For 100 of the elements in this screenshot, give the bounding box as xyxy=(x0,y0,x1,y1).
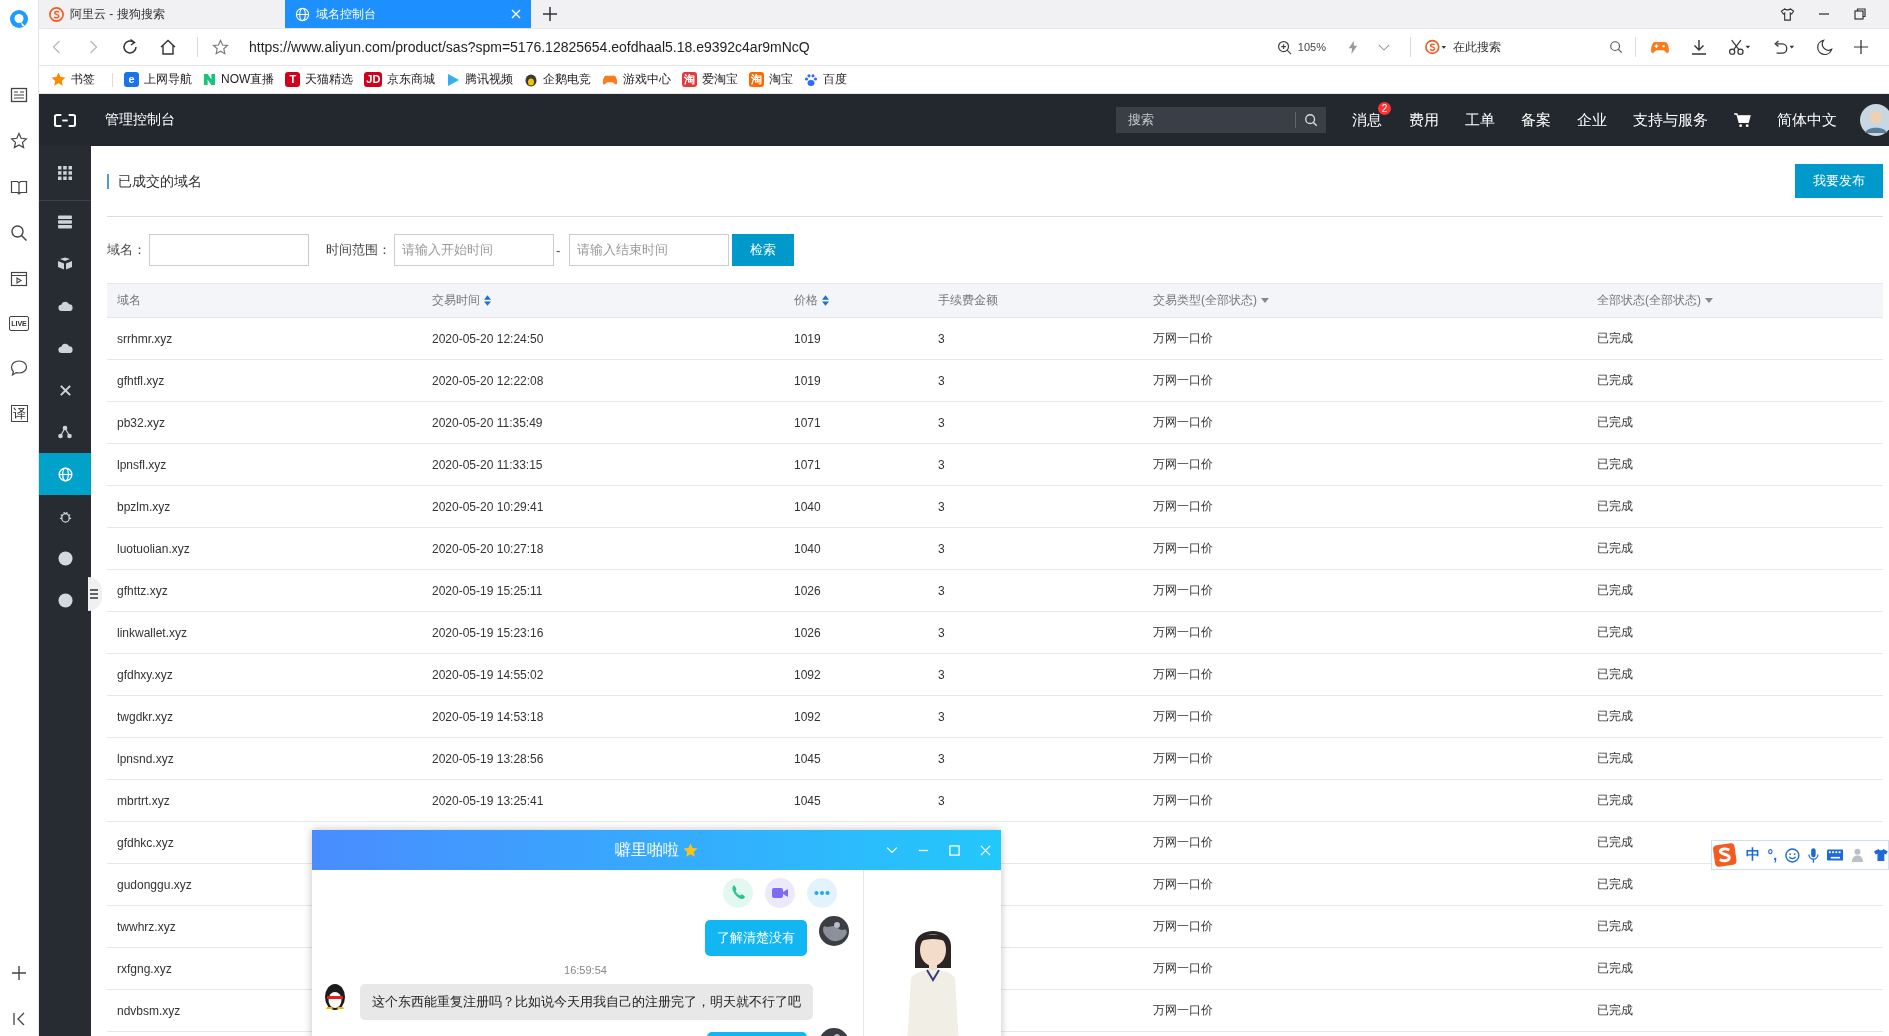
column-header[interactable]: 交易时间 xyxy=(432,292,480,309)
table-cell: lpnsnd.xyz xyxy=(117,751,174,766)
add-icon[interactable] xyxy=(10,964,28,982)
more-button[interactable] xyxy=(807,878,837,908)
console-title[interactable]: 管理控制台 xyxy=(105,111,175,129)
table-cell: 已完成 xyxy=(1597,414,1633,431)
column-header: 域名 xyxy=(117,292,141,309)
zoom-level[interactable]: 105% xyxy=(1297,41,1326,53)
table-cell: 1026 xyxy=(794,625,821,640)
avatar-icon[interactable] xyxy=(1859,103,1889,137)
table-cell: 已完成 xyxy=(1597,750,1633,767)
search-field[interactable]: 搜索 xyxy=(1116,107,1326,133)
dropdown-caret-icon[interactable] xyxy=(1705,298,1713,303)
video-icon[interactable] xyxy=(10,270,28,288)
browser-tab[interactable]: 阿里云 - 搜狗搜索 xyxy=(39,0,285,28)
moon-icon[interactable] xyxy=(1816,38,1833,56)
table-cell: 3 xyxy=(938,415,945,430)
scissors-icon[interactable] xyxy=(1728,38,1752,56)
sort-icon[interactable] xyxy=(484,295,491,306)
bookmark-link[interactable]: JD 京东商城 xyxy=(364,71,436,88)
table-cell: 2020-05-20 10:29:41 xyxy=(432,499,544,514)
lightning-icon[interactable] xyxy=(1348,39,1358,55)
cart-icon[interactable] xyxy=(1734,112,1751,128)
cross-icon xyxy=(58,383,72,397)
bookmark-link[interactable]: 淘 爱淘宝 xyxy=(682,71,739,88)
column-header[interactable]: 价格 xyxy=(794,292,818,309)
new-tab-icon[interactable] xyxy=(543,7,557,21)
search-icon[interactable] xyxy=(1304,113,1318,127)
table-cell: gfhtfl.xyz xyxy=(117,373,165,388)
table-cell: 2020-05-19 13:28:56 xyxy=(432,751,544,766)
chat-icon[interactable] xyxy=(10,359,28,377)
server-icon xyxy=(58,215,72,229)
bookmark-link[interactable]: T 天猫精选 xyxy=(285,71,354,88)
dropdown-caret-icon[interactable] xyxy=(1261,298,1269,303)
translate-icon[interactable]: 译 xyxy=(10,405,28,422)
nav-link[interactable]: 支持与服务 xyxy=(1633,110,1708,130)
shirt-icon[interactable] xyxy=(1874,848,1888,862)
table-cell: 3 xyxy=(938,541,945,556)
zoom-icon[interactable] xyxy=(1276,39,1292,55)
console-logo-icon[interactable] xyxy=(54,112,76,128)
bookmark-link[interactable]: 游戏中心 xyxy=(602,71,672,88)
table-cell: 已完成 xyxy=(1597,330,1633,347)
bookmark-link[interactable]: 企鹅电竞 xyxy=(524,71,592,88)
sort-icon[interactable] xyxy=(822,295,829,306)
nav-link[interactable]: 企业 xyxy=(1577,110,1607,130)
bookmark-link[interactable]: 书签 xyxy=(51,71,113,88)
menu-icon[interactable] xyxy=(90,589,98,599)
video-call-button[interactable] xyxy=(765,878,795,908)
table-cell: 3 xyxy=(938,583,945,598)
table-cell: pb32.xyz xyxy=(117,415,166,430)
nav-link[interactable]: 简体中文 xyxy=(1777,110,1837,130)
field-label: 时间范围： xyxy=(326,241,391,259)
table-cell: 已完成 xyxy=(1597,498,1633,515)
add-icon[interactable] xyxy=(1853,39,1869,55)
browser-logo-icon[interactable] xyxy=(9,9,29,29)
download-icon[interactable] xyxy=(1690,38,1708,56)
cube-icon xyxy=(58,257,72,271)
chevron-down-icon[interactable] xyxy=(1378,42,1390,52)
reload-icon[interactable] xyxy=(121,38,139,56)
star-icon[interactable] xyxy=(10,132,28,150)
bookmark-link[interactable]: e 上网导航 xyxy=(124,71,192,88)
column-header[interactable]: 交易类型(全部状态) xyxy=(1153,292,1257,309)
smiley-icon[interactable] xyxy=(1785,847,1800,863)
search-icon[interactable] xyxy=(10,224,28,242)
column-header[interactable]: 全部状态(全部状态) xyxy=(1597,292,1701,309)
table-cell: lpnsfl.xyz xyxy=(117,457,167,472)
domain-input-field[interactable] xyxy=(149,234,309,266)
bookmark-logo-icon: 淘 xyxy=(749,72,765,87)
nav-link[interactable]: 工单 xyxy=(1465,110,1495,130)
bookmark-star-icon[interactable] xyxy=(212,38,229,56)
microphone-icon[interactable] xyxy=(1807,847,1819,863)
nav-link[interactable]: 费用 xyxy=(1409,110,1439,130)
table-cell: 3 xyxy=(938,751,945,766)
bookmark-link[interactable]: 淘 淘宝 xyxy=(749,71,794,88)
table-cell: 万网一口价 xyxy=(1153,792,1213,809)
sogou-icon[interactable] xyxy=(1425,39,1447,55)
sidebar-toggle[interactable] xyxy=(88,577,102,611)
table-cell: 已完成 xyxy=(1597,624,1633,641)
bookmark-link[interactable]: 百度 xyxy=(804,71,848,88)
book-icon[interactable] xyxy=(10,178,28,196)
punctuation-toggle[interactable]: °, xyxy=(1767,847,1778,863)
undo-icon[interactable] xyxy=(1772,38,1796,56)
bookmark-link[interactable]: 腾讯视频 xyxy=(446,71,514,88)
input-mode-toggle[interactable]: 中 xyxy=(1745,846,1760,864)
keyboard-icon[interactable] xyxy=(1826,849,1844,861)
circle-icon xyxy=(57,550,73,566)
shirt-icon[interactable] xyxy=(1780,6,1795,22)
table-cell: 1045 xyxy=(794,751,821,766)
gamepad-icon[interactable] xyxy=(1650,39,1670,55)
globe-icon xyxy=(57,466,73,482)
close-icon[interactable] xyxy=(511,9,521,19)
url-field[interactable]: https://www.aliyun.com/product/sas?spm=5176.12825654.eofdhaal5.18.e9392c4ar9mNcQ xyxy=(249,39,1277,55)
nav-link[interactable]: 备案 xyxy=(1521,110,1551,130)
home-icon[interactable] xyxy=(159,38,177,56)
bookmark-link[interactable]: NOW直播 xyxy=(203,71,275,88)
search-field[interactable]: 在此搜索 xyxy=(1453,38,1623,56)
sogou-logo-icon[interactable] xyxy=(1712,842,1738,868)
restore-icon[interactable] xyxy=(1853,7,1867,21)
news-icon[interactable] xyxy=(10,86,28,104)
search-icon[interactable] xyxy=(1609,40,1623,54)
